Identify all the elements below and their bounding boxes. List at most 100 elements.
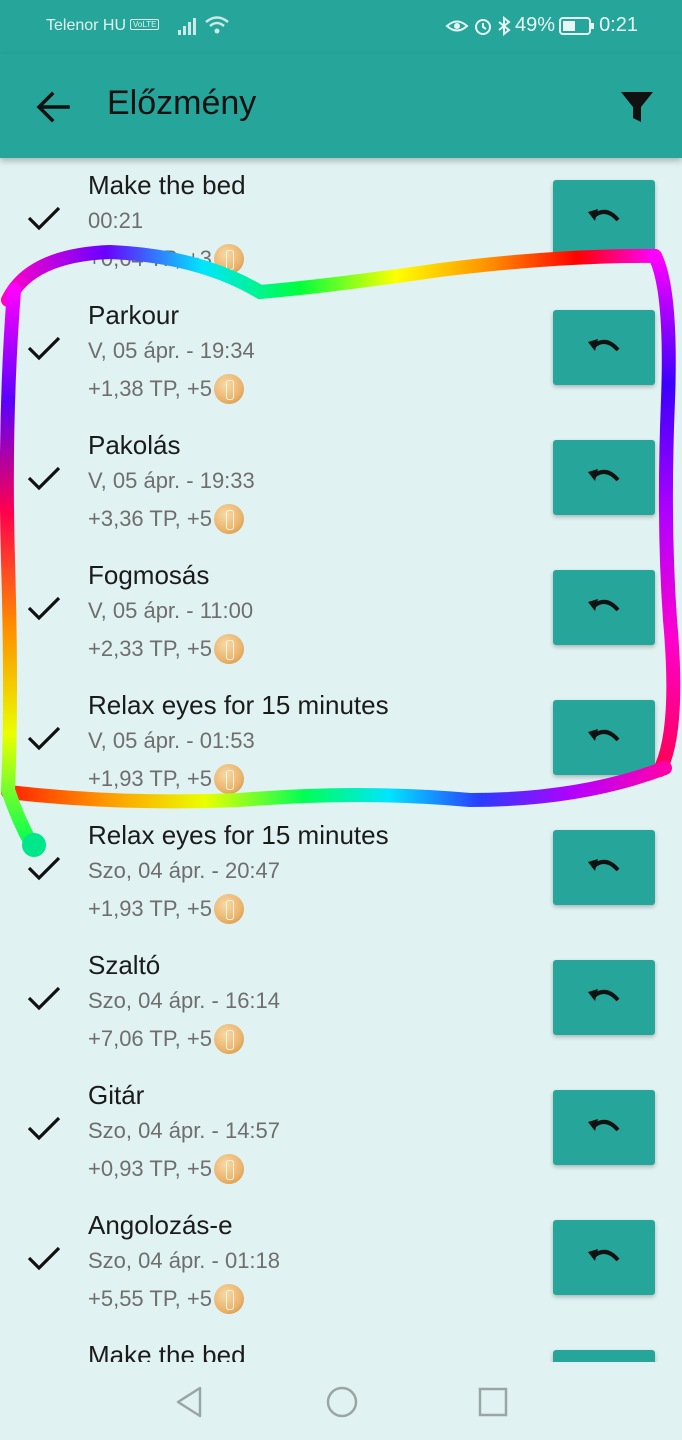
coin-icon [213,894,244,924]
history-row: Angolozás-e Szo, 04 ápr. - 01:18 +5,55 TP,… [0,1198,682,1328]
task-date: V, 05 ápr. - 11:00 [88,598,254,623]
undo-icon [588,599,620,612]
undo-button[interactable] [553,830,655,905]
history-row: Szaltó Szo, 04 ápr. - 16:14 +7,06 TP, +5 [0,938,682,1068]
reward-text: +2,33 TP, +5 [88,636,212,661]
page-title: Előzmény [107,84,257,122]
check-icon [27,596,61,621]
check-icon [27,1116,61,1141]
status-bar: Telenor HU VoLTE 49% 0:21 [0,0,682,54]
task-date: Szo, 04 ápr. - 01:18 [88,1248,281,1273]
history-list[interactable]: Make the bed 00:21 +0,64 TP, +3 Parkour V, 0… [0,158,682,1362]
signal-icon [178,18,196,35]
nav-recents-icon[interactable] [477,1386,509,1418]
undo-button[interactable] [553,1090,655,1165]
history-row: Fogmosás V, 05 ápr. - 11:00 +2,33 TP, +5 [0,548,682,678]
undo-icon [588,469,620,482]
task-reward: +1,93 TP, +5 [88,894,244,924]
system-nav-bar [0,1362,682,1440]
clock: 0:21 [599,14,638,36]
undo-button[interactable] [553,1350,655,1362]
task-name: Szaltó [88,950,161,980]
coin-icon [213,1284,244,1314]
task-reward: +0,93 TP, +5 [88,1154,244,1184]
task-reward: +0,64 TP, +3 [88,244,244,274]
undo-icon [588,859,620,872]
carrier-name: Telenor HU VoLTE [46,17,160,35]
reward-text: +1,38 TP, +5 [88,376,212,401]
task-name: Relax eyes for 15 minutes [88,820,389,850]
task-reward: +2,33 TP, +5 [88,634,244,664]
reward-text: +0,64 TP, +3 [88,246,212,271]
bluetooth-icon [498,15,511,36]
task-name: Make the bed [88,1340,246,1362]
status-right: 49% 0:21 [445,14,638,37]
volte-badge: VoLTE [130,19,160,30]
undo-button[interactable] [553,570,655,645]
task-name: Angolozás-e [88,1210,233,1240]
task-date: V, 05 ápr. - 19:34 [88,338,255,363]
carrier-label: Telenor HU [46,17,127,34]
reward-text: +3,36 TP, +5 [88,506,212,531]
task-date: V, 05 ápr. - 01:53 [88,728,255,753]
battery-percent: 49% [515,14,556,36]
task-name: Relax eyes for 15 minutes [88,690,389,720]
undo-icon [588,729,620,742]
reward-text: +7,06 TP, +5 [88,1026,212,1051]
task-reward: +1,38 TP, +5 [88,374,244,404]
reward-text: +1,93 TP, +5 [88,896,212,921]
undo-button[interactable] [553,700,655,775]
history-row: Pakolás V, 05 ápr. - 19:33 +3,36 TP, +5 [0,418,682,548]
undo-icon [588,1119,620,1132]
task-reward: +3,36 TP, +5 [88,504,244,534]
undo-button[interactable] [553,440,655,515]
task-reward: +1,93 TP, +5 [88,764,244,794]
task-date: Szo, 04 ápr. - 14:57 [88,1118,281,1143]
undo-button[interactable] [553,960,655,1035]
reward-text: +5,55 TP, +5 [88,1286,212,1311]
check-icon [27,856,61,881]
check-icon [27,466,61,491]
check-icon [27,336,61,361]
alarm-icon [475,18,492,35]
app-bar: Előzmény [0,54,682,158]
task-reward: +5,55 TP, +5 [88,1284,244,1314]
coin-icon [213,1024,244,1054]
undo-button[interactable] [553,1220,655,1295]
coin-icon [213,634,244,664]
nav-home-icon[interactable] [324,1384,360,1420]
eye-icon [445,20,469,31]
coin-icon [213,244,244,274]
task-name: Pakolás [88,430,181,460]
check-icon [27,206,61,231]
wifi-icon [205,16,229,34]
check-icon [27,1246,61,1271]
undo-button[interactable] [553,180,655,255]
undo-button[interactable] [553,310,655,385]
coin-icon [213,764,244,794]
history-row: Relax eyes for 15 minutes Szo, 04 ápr. - … [0,808,682,938]
history-row: Make the bed [0,1328,682,1362]
filter-icon[interactable] [614,84,660,130]
history-row: Gitár Szo, 04 ápr. - 14:57 +0,93 TP, +5 [0,1068,682,1198]
undo-icon [588,339,620,352]
task-date: Szo, 04 ápr. - 20:47 [88,858,281,883]
task-date: 00:21 [88,208,144,233]
task-name: Make the bed [88,170,246,200]
reward-text: +0,93 TP, +5 [88,1156,212,1181]
coin-icon [213,374,244,404]
back-arrow-icon[interactable] [30,84,76,130]
check-icon [27,986,61,1011]
task-name: Gitár [88,1080,145,1110]
coin-icon [213,504,244,534]
undo-icon [588,989,620,1002]
history-row: Parkour V, 05 ápr. - 19:34 +1,38 TP, +5 [0,288,682,418]
task-reward: +7,06 TP, +5 [88,1024,244,1054]
undo-icon [588,209,620,222]
history-row: Relax eyes for 15 minutes V, 05 ápr. - 01… [0,678,682,808]
check-icon [27,726,61,751]
task-name: Parkour [88,300,180,330]
nav-back-icon[interactable] [172,1384,208,1420]
history-row: Make the bed 00:21 +0,64 TP, +3 [0,158,682,288]
task-date: V, 05 ápr. - 19:33 [88,468,255,493]
